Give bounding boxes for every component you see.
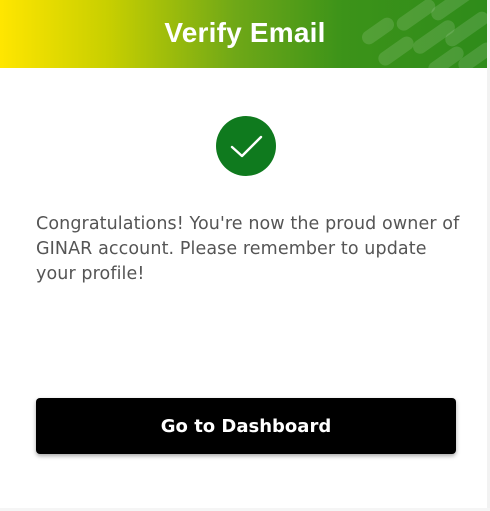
header-banner: Verify Email: [0, 0, 490, 68]
verify-email-page: Verify Email Congratulations! You're now…: [0, 0, 490, 511]
success-check-icon: [216, 116, 276, 176]
confirmation-message: Congratulations! You're now the proud ow…: [36, 214, 460, 284]
go-to-dashboard-button[interactable]: Go to Dashboard: [36, 398, 456, 454]
page-title: Verify Email: [164, 17, 326, 48]
